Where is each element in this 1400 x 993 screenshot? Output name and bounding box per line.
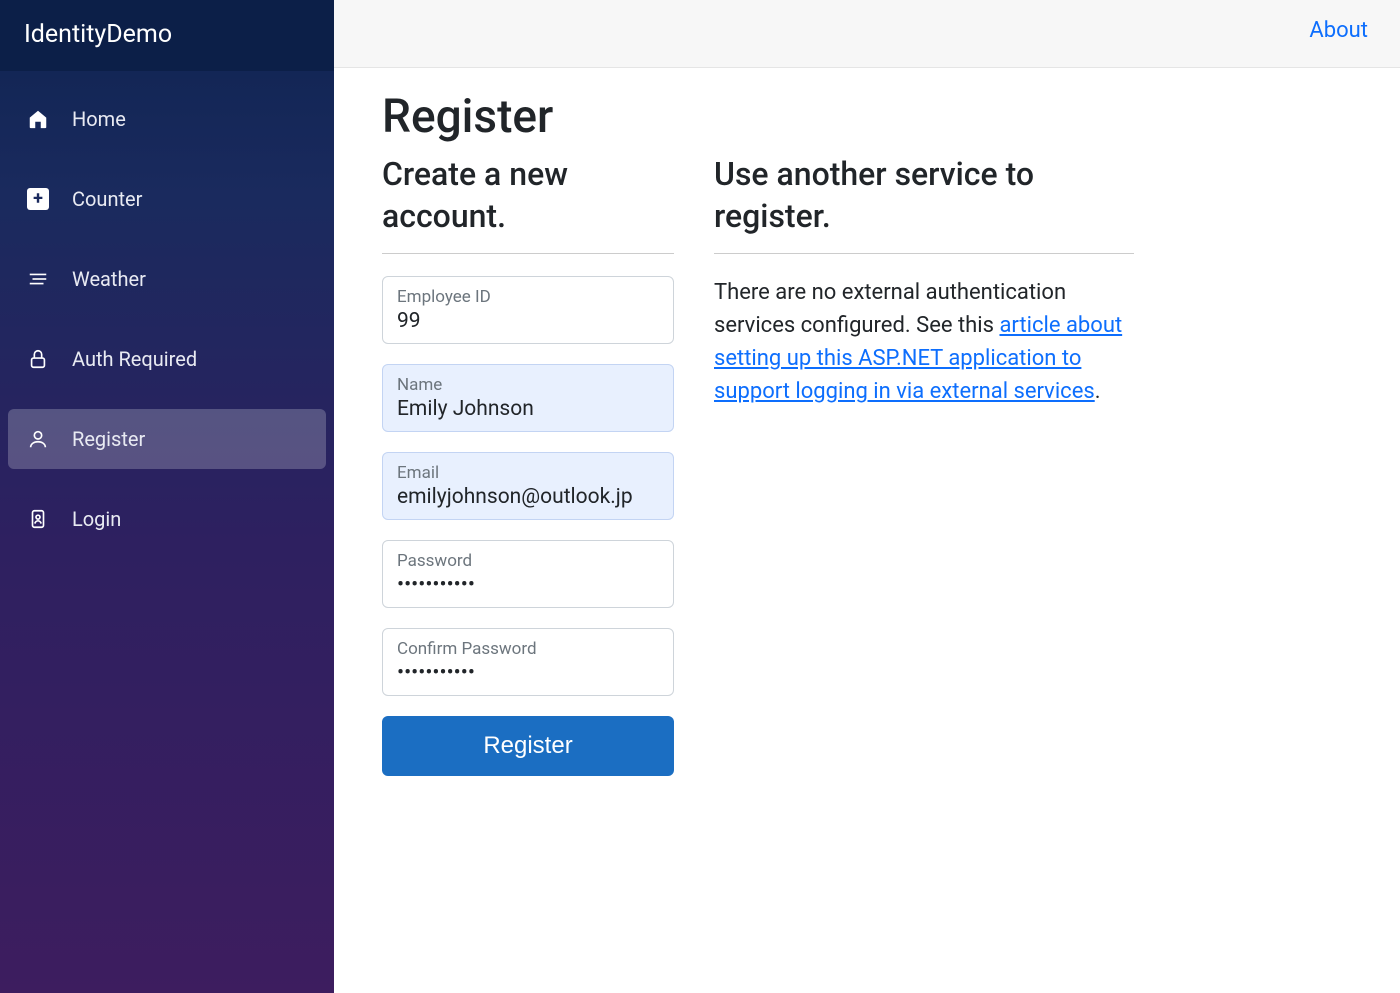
external-services-column: Use another service to register. There a…: [714, 154, 1134, 408]
divider: [714, 253, 1134, 254]
sidebar-item-register[interactable]: Register: [8, 409, 326, 469]
register-button[interactable]: Register: [382, 716, 674, 776]
email-label: Email: [397, 463, 659, 483]
sidebar-item-auth-required[interactable]: Auth Required: [8, 329, 326, 389]
email-input[interactable]: [397, 485, 659, 509]
name-label: Name: [397, 375, 659, 395]
sidebar-item-login[interactable]: Login: [8, 489, 326, 549]
external-heading: Use another service to register.: [714, 154, 1134, 237]
external-text: There are no external authentication ser…: [714, 276, 1134, 408]
sidebar-item-home[interactable]: Home: [8, 89, 326, 149]
divider: [382, 253, 674, 254]
sidebar-item-weather[interactable]: Weather: [8, 249, 326, 309]
sidebar-item-label: Counter: [72, 187, 142, 211]
email-field-wrapper: Email: [382, 452, 674, 520]
person-icon: [26, 427, 50, 451]
create-account-heading: Create a new account.: [382, 154, 674, 237]
confirm-password-label: Confirm Password: [397, 639, 659, 659]
page-title: Register: [382, 90, 1352, 144]
lock-icon: [26, 347, 50, 371]
sidebar-item-label: Home: [72, 107, 126, 131]
name-field-wrapper: Name: [382, 364, 674, 432]
sidebar: IdentityDemo Home Counter Weather: [0, 0, 334, 993]
sidebar-item-label: Auth Required: [72, 347, 197, 371]
content: Register Create a new account. Employee …: [334, 68, 1400, 816]
employee-id-label: Employee ID: [397, 287, 659, 307]
brand-link[interactable]: IdentityDemo: [24, 20, 172, 49]
about-link[interactable]: About: [1309, 18, 1368, 43]
password-input[interactable]: [397, 573, 659, 597]
sidebar-item-label: Weather: [72, 267, 146, 291]
plus-icon: [26, 187, 50, 211]
external-text-suffix: .: [1095, 379, 1101, 404]
sidebar-item-label: Register: [72, 427, 145, 451]
home-icon: [26, 107, 50, 131]
confirm-password-input[interactable]: [397, 661, 659, 685]
topbar: About: [334, 0, 1400, 68]
employee-id-input[interactable]: [397, 309, 659, 333]
badge-icon: [26, 507, 50, 531]
register-form-column: Create a new account. Employee ID Name E…: [382, 154, 674, 776]
nav: Home Counter Weather Auth Required: [0, 71, 334, 549]
sidebar-item-label: Login: [72, 507, 121, 531]
employee-id-field-wrapper: Employee ID: [382, 276, 674, 344]
main: About Register Create a new account. Emp…: [334, 0, 1400, 993]
password-label: Password: [397, 551, 659, 571]
password-field-wrapper: Password: [382, 540, 674, 608]
name-input[interactable]: [397, 397, 659, 421]
sidebar-header: IdentityDemo: [0, 0, 334, 71]
confirm-password-field-wrapper: Confirm Password: [382, 628, 674, 696]
sidebar-item-counter[interactable]: Counter: [8, 169, 326, 229]
list-icon: [26, 267, 50, 291]
